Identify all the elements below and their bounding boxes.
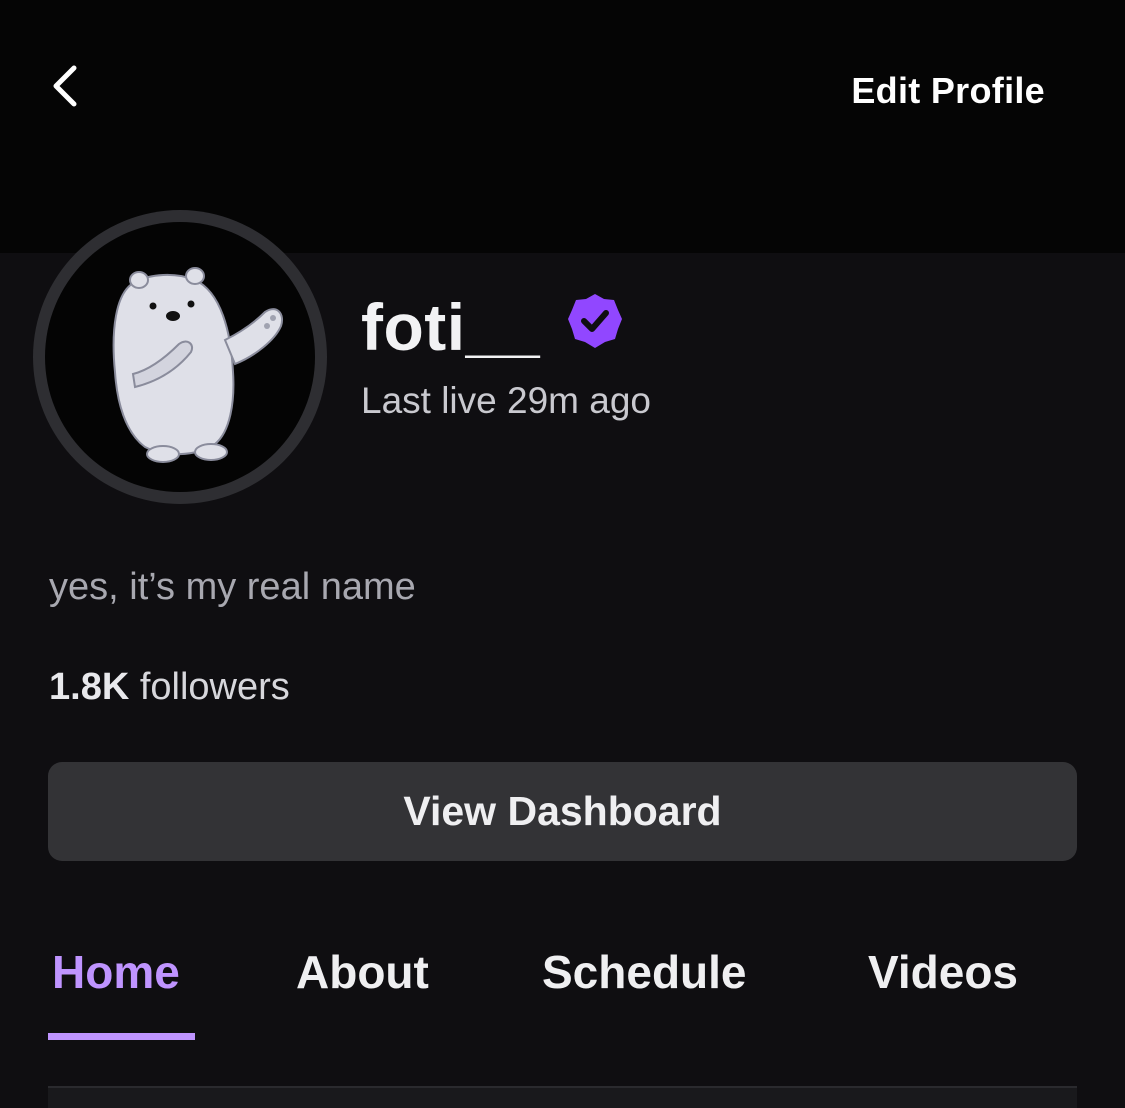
edit-profile-button[interactable]: Edit Profile xyxy=(851,70,1045,112)
polar-bear-avatar-icon xyxy=(112,267,283,463)
username: foti__ xyxy=(361,290,541,364)
tab-home[interactable]: Home xyxy=(52,945,180,999)
content-preview[interactable] xyxy=(48,1086,1077,1108)
avatar-image xyxy=(45,222,315,492)
followers-number: 1.8K xyxy=(49,666,130,708)
tab-schedule[interactable]: Schedule xyxy=(542,945,747,999)
active-tab-indicator xyxy=(48,1033,195,1040)
followers-count[interactable]: 1.8K followers xyxy=(49,666,290,709)
tab-videos[interactable]: Videos xyxy=(868,945,1018,999)
chevron-left-icon xyxy=(53,65,77,107)
back-button[interactable] xyxy=(36,58,92,114)
followers-label: followers xyxy=(129,666,290,708)
username-row: foti__ xyxy=(361,285,624,369)
profile-tabs: Home About Schedule Videos xyxy=(0,945,1125,1045)
verified-badge-icon xyxy=(568,294,623,348)
profile-bio: yes, it’s my real name xyxy=(49,566,416,608)
avatar[interactable] xyxy=(33,210,327,504)
view-dashboard-button[interactable]: View Dashboard xyxy=(48,762,1077,861)
last-live-status: Last live 29m ago xyxy=(361,380,652,421)
tab-about[interactable]: About xyxy=(296,945,429,999)
